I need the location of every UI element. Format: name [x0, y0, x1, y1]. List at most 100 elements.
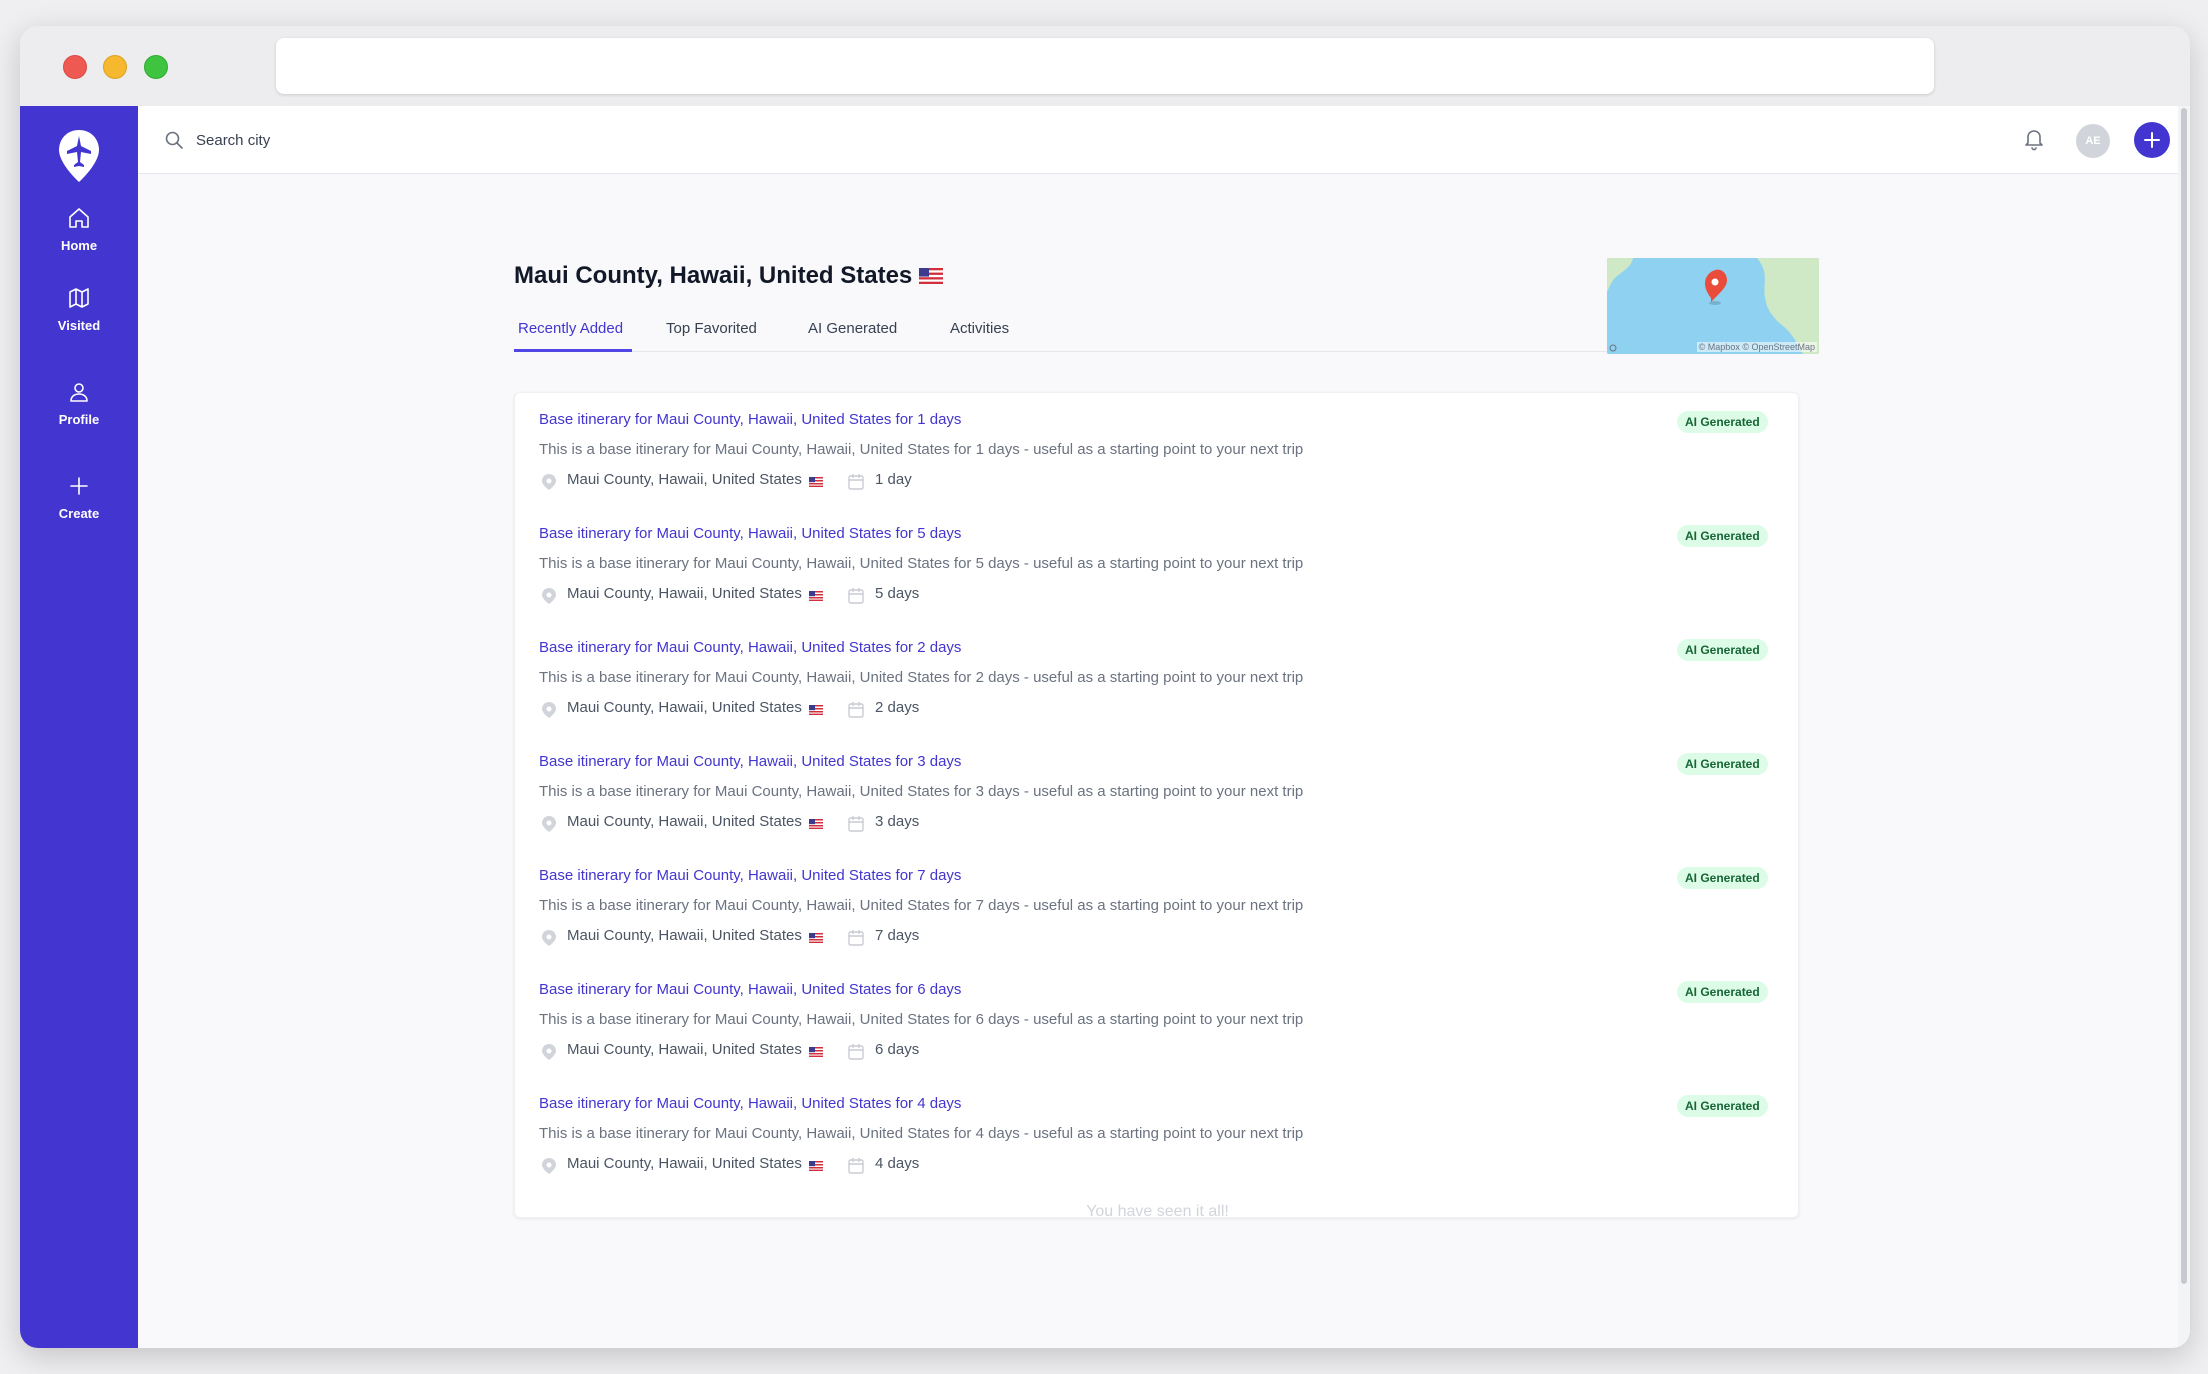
itinerary-description: This is a base itinerary for Maui County…	[539, 897, 1304, 914]
calendar-icon	[847, 1043, 865, 1066]
itinerary-title-link[interactable]: Base itinerary for Maui County, Hawaii, …	[539, 753, 961, 770]
itinerary-duration: 2 days	[875, 699, 920, 716]
location-pin-icon	[541, 815, 557, 838]
ai-generated-badge: AI Generated	[1677, 1095, 1768, 1117]
us-flag-icon	[809, 1044, 823, 1062]
list-item[interactable]: Base itinerary for Maui County, Hawaii, …	[515, 963, 1800, 1077]
sidebar-item-create[interactable]: Create	[20, 474, 138, 521]
us-flag-icon	[918, 263, 943, 291]
location-pin-icon	[541, 929, 557, 952]
list-item[interactable]: Base itinerary for Maui County, Hawaii, …	[515, 393, 1800, 507]
sidebar-item-visited[interactable]: Visited	[20, 286, 138, 333]
list-item[interactable]: Base itinerary for Maui County, Hawaii, …	[515, 621, 1800, 735]
plus-icon	[2144, 132, 2160, 148]
itinerary-location: Maui County, Hawaii, United States	[567, 585, 802, 602]
ai-generated-badge: AI Generated	[1677, 981, 1768, 1003]
itinerary-location: Maui County, Hawaii, United States	[567, 1041, 802, 1058]
end-of-list-message: You have seen it all!	[1086, 1203, 1229, 1220]
ai-generated-badge: AI Generated	[1677, 867, 1768, 889]
tab-top-favorited[interactable]: Top Favorited	[666, 320, 757, 337]
scrollbar[interactable]	[2178, 106, 2190, 1348]
user-icon	[20, 380, 138, 404]
us-flag-icon	[809, 816, 823, 834]
itinerary-location: Maui County, Hawaii, United States	[567, 1155, 802, 1172]
itinerary-description: This is a base itinerary for Maui County…	[539, 1125, 1304, 1142]
itinerary-location: Maui County, Hawaii, United States	[567, 471, 802, 488]
sidebar: Home Visited Profile Create	[20, 106, 138, 1348]
map-attribution[interactable]: © Mapbox © OpenStreetMap	[1696, 342, 1817, 352]
sidebar-item-home[interactable]: Home	[20, 206, 138, 253]
location-pin-icon	[541, 701, 557, 724]
us-flag-icon	[809, 474, 823, 492]
ai-generated-badge: AI Generated	[1677, 639, 1768, 661]
plus-icon	[20, 474, 138, 498]
us-flag-icon	[809, 702, 823, 720]
calendar-icon	[847, 1157, 865, 1180]
search-icon	[164, 130, 184, 155]
itinerary-title-link[interactable]: Base itinerary for Maui County, Hawaii, …	[539, 1095, 961, 1112]
tab-ai-generated[interactable]: AI Generated	[808, 320, 897, 337]
minimize-window-button[interactable]	[103, 55, 127, 79]
app-logo-icon[interactable]	[57, 128, 101, 184]
sidebar-item-profile[interactable]: Profile	[20, 380, 138, 427]
page-title: Maui County, Hawaii, United States	[514, 262, 943, 291]
tab-activities[interactable]: Activities	[950, 320, 1009, 337]
itinerary-title-link[interactable]: Base itinerary for Maui County, Hawaii, …	[539, 525, 961, 542]
home-icon	[20, 206, 138, 230]
calendar-icon	[847, 587, 865, 610]
itinerary-duration: 6 days	[875, 1041, 920, 1058]
calendar-icon	[847, 701, 865, 724]
calendar-icon	[847, 473, 865, 496]
itinerary-description: This is a base itinerary for Maui County…	[539, 669, 1304, 686]
itinerary-description: This is a base itinerary for Maui County…	[539, 783, 1304, 800]
sidebar-item-label: Visited	[57, 318, 101, 333]
list-item[interactable]: Base itinerary for Maui County, Hawaii, …	[515, 849, 1800, 963]
itinerary-title-link[interactable]: Base itinerary for Maui County, Hawaii, …	[539, 411, 961, 428]
location-pin-icon	[541, 587, 557, 610]
itinerary-description: This is a base itinerary for Maui County…	[539, 441, 1304, 458]
location-pin-icon	[541, 473, 557, 496]
itinerary-location: Maui County, Hawaii, United States	[567, 813, 802, 830]
tab-recently-added[interactable]: Recently Added	[518, 320, 623, 337]
browser-titlebar	[20, 26, 2190, 106]
close-window-button[interactable]	[63, 55, 87, 79]
map-icon	[20, 286, 138, 310]
itinerary-duration: 7 days	[875, 927, 920, 944]
itinerary-title-link[interactable]: Base itinerary for Maui County, Hawaii, …	[539, 981, 961, 998]
avatar[interactable]: AE	[2076, 124, 2110, 158]
active-tab-indicator	[514, 349, 632, 352]
itinerary-title-link[interactable]: Base itinerary for Maui County, Hawaii, …	[539, 867, 961, 884]
address-bar[interactable]	[276, 38, 1934, 94]
browser-window: Home Visited Profile Create Search city …	[20, 26, 2190, 1348]
us-flag-icon	[809, 1158, 823, 1176]
sidebar-item-label: Create	[58, 506, 100, 521]
page-title-text: Maui County, Hawaii, United States	[514, 262, 913, 289]
add-button[interactable]	[2134, 122, 2170, 158]
ai-generated-badge: AI Generated	[1677, 753, 1768, 775]
itinerary-description: This is a base itinerary for Maui County…	[539, 1011, 1304, 1028]
top-bar: AE	[138, 106, 2178, 174]
scrollbar-thumb[interactable]	[2181, 108, 2187, 1284]
itinerary-list: Base itinerary for Maui County, Hawaii, …	[514, 392, 1800, 1220]
sidebar-item-label: Profile	[58, 412, 100, 427]
location-pin-icon	[541, 1157, 557, 1180]
location-map[interactable]: © Mapbox © OpenStreetMap	[1607, 258, 1819, 354]
calendar-icon	[847, 815, 865, 838]
itinerary-duration: 5 days	[875, 585, 920, 602]
itinerary-location: Maui County, Hawaii, United States	[567, 699, 802, 716]
sidebar-item-label: Home	[60, 238, 98, 253]
us-flag-icon	[809, 930, 823, 948]
maximize-window-button[interactable]	[144, 55, 168, 79]
notification-bell-icon[interactable]	[2022, 126, 2046, 157]
itinerary-duration: 3 days	[875, 813, 920, 830]
itinerary-description: This is a base itinerary for Maui County…	[539, 555, 1304, 572]
ai-generated-badge: AI Generated	[1677, 411, 1768, 433]
list-item[interactable]: Base itinerary for Maui County, Hawaii, …	[515, 507, 1800, 621]
search-input[interactable]	[196, 124, 596, 156]
ai-generated-badge: AI Generated	[1677, 525, 1768, 547]
itinerary-location: Maui County, Hawaii, United States	[567, 927, 802, 944]
list-item[interactable]: Base itinerary for Maui County, Hawaii, …	[515, 1077, 1800, 1191]
main-content: AE Maui County, Hawaii, United States Re	[138, 106, 2190, 1348]
itinerary-title-link[interactable]: Base itinerary for Maui County, Hawaii, …	[539, 639, 961, 656]
list-item[interactable]: Base itinerary for Maui County, Hawaii, …	[515, 735, 1800, 849]
